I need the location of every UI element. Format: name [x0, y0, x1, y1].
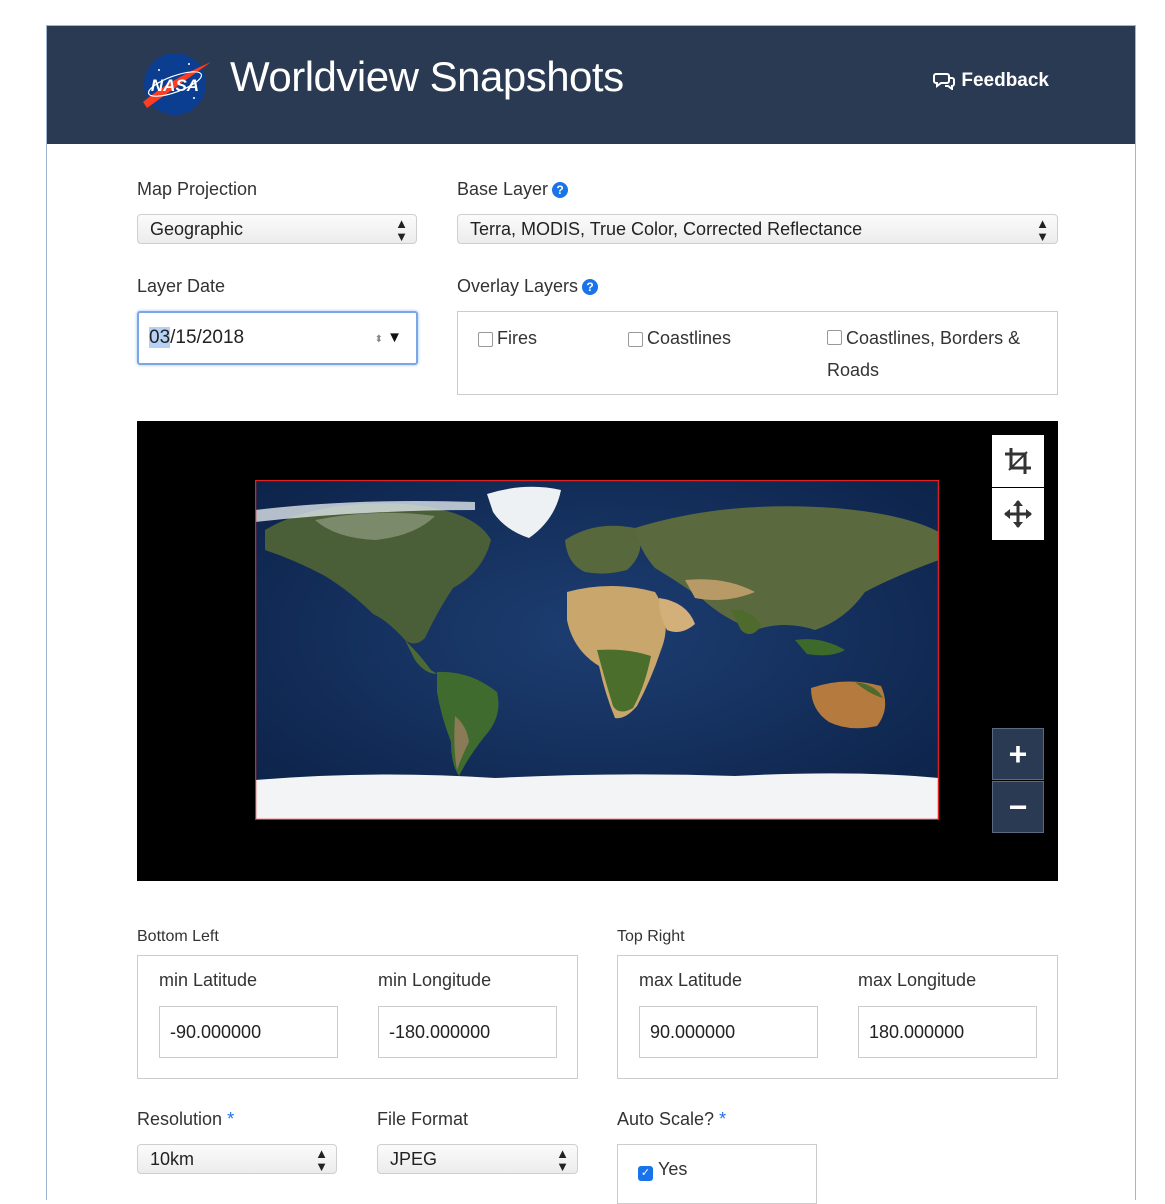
checkbox[interactable]	[827, 330, 842, 345]
select-arrows-icon: ▲ ▼	[395, 216, 408, 244]
checkbox-checked-icon[interactable]: ✓	[638, 1166, 653, 1181]
top-right-label: Top Right	[617, 928, 685, 945]
auto-scale-label-wrap: Auto Scale? *	[617, 1109, 726, 1130]
app-title: Worldview Snapshots	[230, 53, 624, 100]
overlay-fires[interactable]: Fires	[478, 322, 537, 354]
max-longitude-label: max Longitude	[858, 970, 977, 990]
top-right-fieldset: max Latitude max Longitude 90.000000 180…	[617, 955, 1058, 1079]
zoom-out-button[interactable]: −	[992, 781, 1044, 833]
map-projection-select[interactable]: Geographic ▲ ▼	[137, 214, 417, 244]
auto-scale-yes-label: Yes	[658, 1159, 688, 1179]
required-marker: *	[719, 1109, 727, 1129]
auto-scale-box: ✓ Yes	[617, 1144, 817, 1204]
checkbox[interactable]	[628, 332, 643, 347]
base-layer-label: Base Layer	[457, 179, 549, 199]
zoom-in-button[interactable]: +	[992, 728, 1044, 780]
resolution-select[interactable]: 10km ▲ ▼	[137, 1144, 337, 1174]
overlay-coastlines-borders-roads[interactable]: Coastlines, Borders & Roads	[827, 322, 1020, 386]
date-rest-segment[interactable]: /15/2018	[170, 327, 244, 348]
file-format-value: JPEG	[390, 1149, 438, 1169]
overlay-coastlines-label: Coastlines	[647, 328, 732, 348]
max-latitude-label: max Latitude	[639, 970, 743, 990]
select-arrows-icon: ▲ ▼	[315, 1146, 328, 1174]
map-projection-value: Geographic	[150, 219, 244, 239]
base-layer-value: Terra, MODIS, True Color, Corrected Refl…	[470, 219, 863, 239]
map-projection-label: Map Projection	[137, 179, 258, 199]
file-format-label: File Format	[377, 1109, 469, 1129]
world-map-image	[255, 480, 939, 820]
spinner-icon[interactable]: ⬍	[375, 334, 383, 345]
app-frame: NASA Worldview Snapshots Feedback Map Pr…	[46, 25, 1136, 1204]
min-longitude-label: min Longitude	[378, 970, 492, 990]
date-month-segment[interactable]: 03	[149, 327, 171, 348]
date-controls[interactable]: ⬍ ▼	[375, 313, 402, 365]
min-latitude-input[interactable]: -90.000000	[159, 1006, 338, 1058]
auto-scale-yes[interactable]: ✓ Yes	[638, 1159, 687, 1181]
bottom-left-label: Bottom Left	[137, 928, 219, 945]
file-format-select[interactable]: JPEG ▲ ▼	[377, 1144, 578, 1174]
checkbox[interactable]	[478, 332, 493, 347]
svg-text:NASA: NASA	[151, 76, 199, 95]
overlay-layers-label-wrap: Overlay Layers?	[457, 276, 599, 297]
min-longitude-input[interactable]: -180.000000	[378, 1006, 557, 1058]
layer-date-label: Layer Date	[137, 276, 226, 296]
help-icon[interactable]: ?	[582, 279, 599, 295]
overlay-fires-label: Fires	[497, 328, 537, 348]
select-arrows-icon: ▲ ▼	[1036, 216, 1049, 244]
required-marker: *	[227, 1109, 235, 1129]
feedback-label: Feedback	[961, 70, 1049, 91]
auto-scale-label: Auto Scale?	[617, 1109, 715, 1129]
help-icon[interactable]: ?	[552, 182, 569, 198]
overlay-cbr-label: Coastlines, Borders &	[846, 328, 1021, 348]
overlay-layers-label: Overlay Layers	[457, 276, 579, 296]
base-layer-label-wrap: Base Layer?	[457, 179, 569, 200]
select-arrows-icon: ▲ ▼	[556, 1146, 569, 1174]
nasa-logo: NASA	[143, 53, 211, 115]
resolution-value: 10km	[150, 1149, 195, 1169]
min-latitude-label: min Latitude	[159, 970, 258, 990]
max-latitude-input[interactable]: 90.000000	[639, 1006, 818, 1058]
overlay-layers-box: Fires Coastlines Coastlines, Borders & R…	[457, 311, 1058, 395]
layer-date-input[interactable]: 03/15/2018 ⬍ ▼	[137, 311, 418, 365]
base-layer-select[interactable]: Terra, MODIS, True Color, Corrected Refl…	[457, 214, 1058, 244]
crop-tool-button[interactable]	[992, 435, 1044, 487]
header-bar: NASA Worldview Snapshots Feedback	[47, 26, 1135, 144]
resolution-label: Resolution	[137, 1109, 223, 1129]
max-longitude-input[interactable]: 180.000000	[858, 1006, 1037, 1058]
chat-bubbles-icon	[933, 73, 956, 90]
feedback-link[interactable]: Feedback	[933, 70, 1049, 92]
crop-icon	[1005, 448, 1031, 474]
overlay-cbr-label-line2: Roads	[827, 360, 880, 380]
move-icon	[1004, 500, 1032, 528]
overlay-coastlines[interactable]: Coastlines	[628, 322, 731, 354]
move-tool-button[interactable]	[992, 488, 1044, 540]
dropdown-arrow-icon[interactable]: ▼	[387, 329, 402, 346]
bottom-left-fieldset: min Latitude min Longitude -90.000000 -1…	[137, 955, 578, 1079]
resolution-label-wrap: Resolution *	[137, 1109, 234, 1130]
map-viewer[interactable]: + −	[137, 421, 1058, 881]
